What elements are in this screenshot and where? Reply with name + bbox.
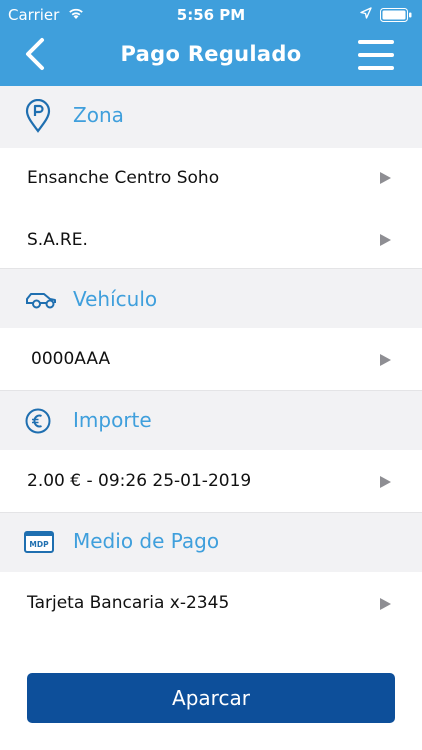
zone-row[interactable]: Ensanche Centro Soho	[0, 148, 422, 208]
park-button[interactable]: Aparcar	[27, 673, 395, 723]
section-title-zona: Zona	[73, 103, 124, 127]
vehicle-row[interactable]: 0000AAA	[0, 328, 422, 390]
menu-bar-middle	[358, 53, 394, 57]
section-title-importe: Importe	[73, 408, 152, 432]
section-title-medio-pago: Medio de Pago	[73, 529, 220, 553]
menu-bar-top	[358, 40, 394, 44]
zone-type-row[interactable]: S.A.RE.	[0, 208, 422, 268]
section-vehiculo: Vehículo	[0, 268, 422, 328]
vehicle-plate: 0000AAA	[31, 349, 111, 369]
section-importe: Importe	[0, 390, 422, 450]
status-bar: Carrier 5:56 PM	[0, 0, 422, 30]
disclosure-arrow-icon	[380, 598, 391, 610]
euro-icon	[25, 408, 51, 434]
car-icon	[26, 293, 56, 309]
amount-value: 2.00 € - 09:26 25-01-2019	[27, 471, 252, 491]
payment-method-row[interactable]: Tarjeta Bancaria x-2345	[0, 572, 422, 634]
disclosure-arrow-icon	[380, 354, 391, 366]
section-zona: Zona	[0, 86, 422, 148]
status-time: 5:56 PM	[176, 6, 246, 24]
disclosure-arrow-icon	[380, 234, 391, 246]
menu-button[interactable]	[358, 38, 398, 72]
amount-row[interactable]: 2.00 € - 09:26 25-01-2019	[0, 450, 422, 512]
disclosure-arrow-icon	[380, 172, 391, 184]
section-title-vehiculo: Vehículo	[73, 287, 158, 311]
app-header: Carrier 5:56 PM Pago Regulado	[0, 0, 422, 86]
mdp-icon-text: MDP	[29, 540, 49, 549]
disclosure-arrow-icon	[380, 476, 391, 488]
zone-name: Ensanche Centro Soho	[27, 168, 220, 188]
section-medio-pago: MDP Medio de Pago	[0, 512, 422, 572]
mdp-card-icon: MDP	[24, 531, 54, 553]
parking-location-icon	[25, 99, 51, 133]
menu-bar-bottom	[358, 66, 394, 70]
zone-type: S.A.RE.	[27, 230, 88, 250]
payment-method: Tarjeta Bancaria x-2345	[27, 593, 230, 613]
location-arrow-icon	[360, 7, 372, 19]
battery-icon	[380, 8, 412, 22]
